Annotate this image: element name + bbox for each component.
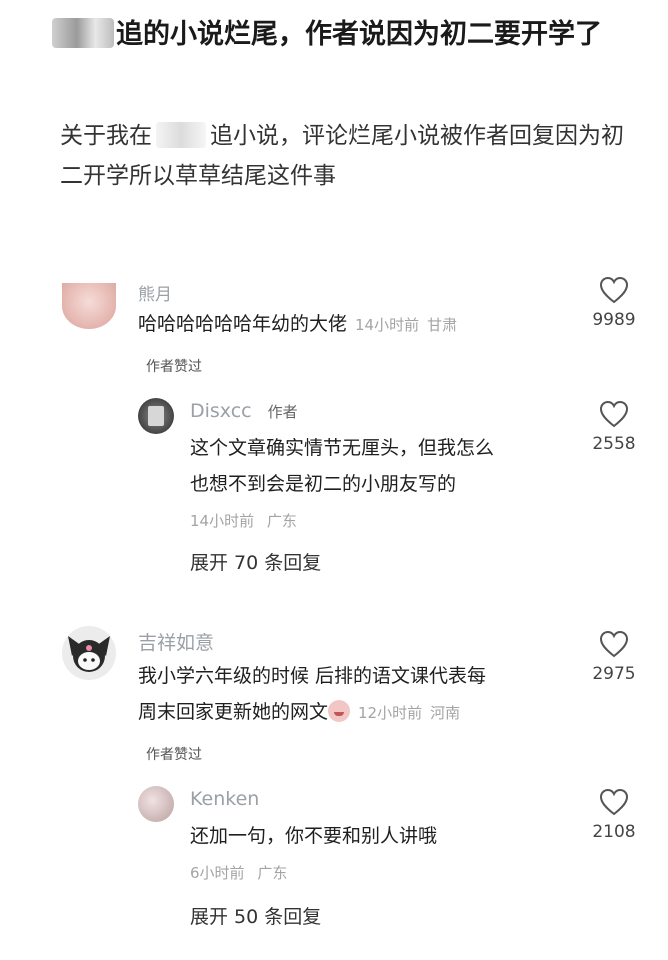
reply-text-line: 也想不到会是初二的小朋友写的 (190, 473, 457, 495)
comment-text: 哈哈哈哈哈哈年幼的大佬 14小时前 甘肃 (138, 306, 457, 343)
like-count: 9989 (592, 310, 636, 330)
comment-time: 12小时前 (358, 704, 423, 722)
like-button[interactable]: 2558 (584, 400, 644, 454)
reply-text: 这个文章确实情节无厘头，但我怎么 也想不到会是初二的小朋友写的 (190, 430, 494, 502)
comment-location: 甘肃 (427, 316, 458, 334)
like-button[interactable]: 2975 (584, 630, 644, 684)
comment-username[interactable]: 吉祥如意 (138, 628, 214, 655)
avatar[interactable] (138, 786, 174, 822)
post-title-text: 追的小说烂尾，作者说因为初二要开学了 (116, 19, 602, 50)
heart-outline-icon (599, 630, 629, 658)
comment-text: 我小学六年级的时候 后排的语文课代表每 周末回家更新她的网文 12小时前 河南 (138, 658, 486, 731)
author-badge: 作者 (267, 403, 298, 421)
like-button[interactable]: 2108 (584, 788, 644, 842)
avatar[interactable] (62, 626, 116, 680)
blurred-app-name-2 (156, 122, 206, 148)
blurred-app-name (52, 18, 114, 48)
avatar-image (148, 406, 164, 426)
heart-outline-icon (599, 276, 629, 304)
post-subtitle: 关于我在 追小说，评论烂尾小说被作者回复因为初二开学所以草草结尾这件事 (60, 116, 630, 196)
comment-time: 14小时前 (355, 316, 420, 334)
kuromi-avatar-icon (68, 636, 110, 672)
reply-time: 14小时前 (190, 512, 255, 530)
like-button[interactable]: 9989 (584, 276, 644, 330)
author-liked-label: 作者赞过 (146, 747, 202, 763)
comment-text-line: 我小学六年级的时候 后排的语文课代表每 (138, 665, 487, 687)
reply-time: 6小时前 (190, 864, 245, 882)
comment-username[interactable]: 熊月 (138, 280, 172, 305)
reply-text-line: 还加一句，你不要和别人讲哦 (190, 825, 438, 847)
reply-text-line: 这个文章确实情节无厘头，但我怎么 (190, 437, 495, 459)
reply-location: 广东 (266, 512, 297, 530)
like-count: 2558 (592, 434, 636, 454)
heart-outline-icon (599, 788, 629, 816)
reply-location: 广东 (257, 864, 288, 882)
reply-meta: 14小时前 广东 (190, 510, 297, 531)
reply-username[interactable]: Disxcc 作者 (190, 400, 298, 422)
reply-username[interactable]: Kenken (190, 788, 259, 810)
like-count: 2975 (592, 664, 636, 684)
expand-replies-button[interactable]: 展开 70 条回复 (190, 548, 321, 575)
heart-outline-icon (599, 400, 629, 428)
pig-emoji-icon (328, 700, 351, 722)
expand-replies-button[interactable]: 展开 50 条回复 (190, 902, 321, 929)
like-count: 2108 (592, 822, 636, 842)
reply-meta: 6小时前 广东 (190, 862, 287, 883)
comment-body: 哈哈哈哈哈哈年幼的大佬 (138, 313, 348, 335)
author-liked-label: 作者赞过 (146, 359, 202, 375)
reply-text: 还加一句，你不要和别人讲哦 (190, 818, 437, 854)
comment-body: 周末回家更新她的网文 (138, 701, 329, 723)
comment-location: 河南 (430, 704, 461, 722)
post-title: 追的小说烂尾，作者说因为初二要开学了 (52, 14, 632, 56)
comment-text-line: 周末回家更新她的网文 12小时前 河南 (138, 694, 486, 731)
reply-username-text: Disxcc (190, 400, 252, 422)
post-subtitle-prefix: 关于我在 (60, 123, 152, 149)
avatar[interactable] (62, 283, 116, 329)
avatar[interactable] (138, 398, 174, 434)
